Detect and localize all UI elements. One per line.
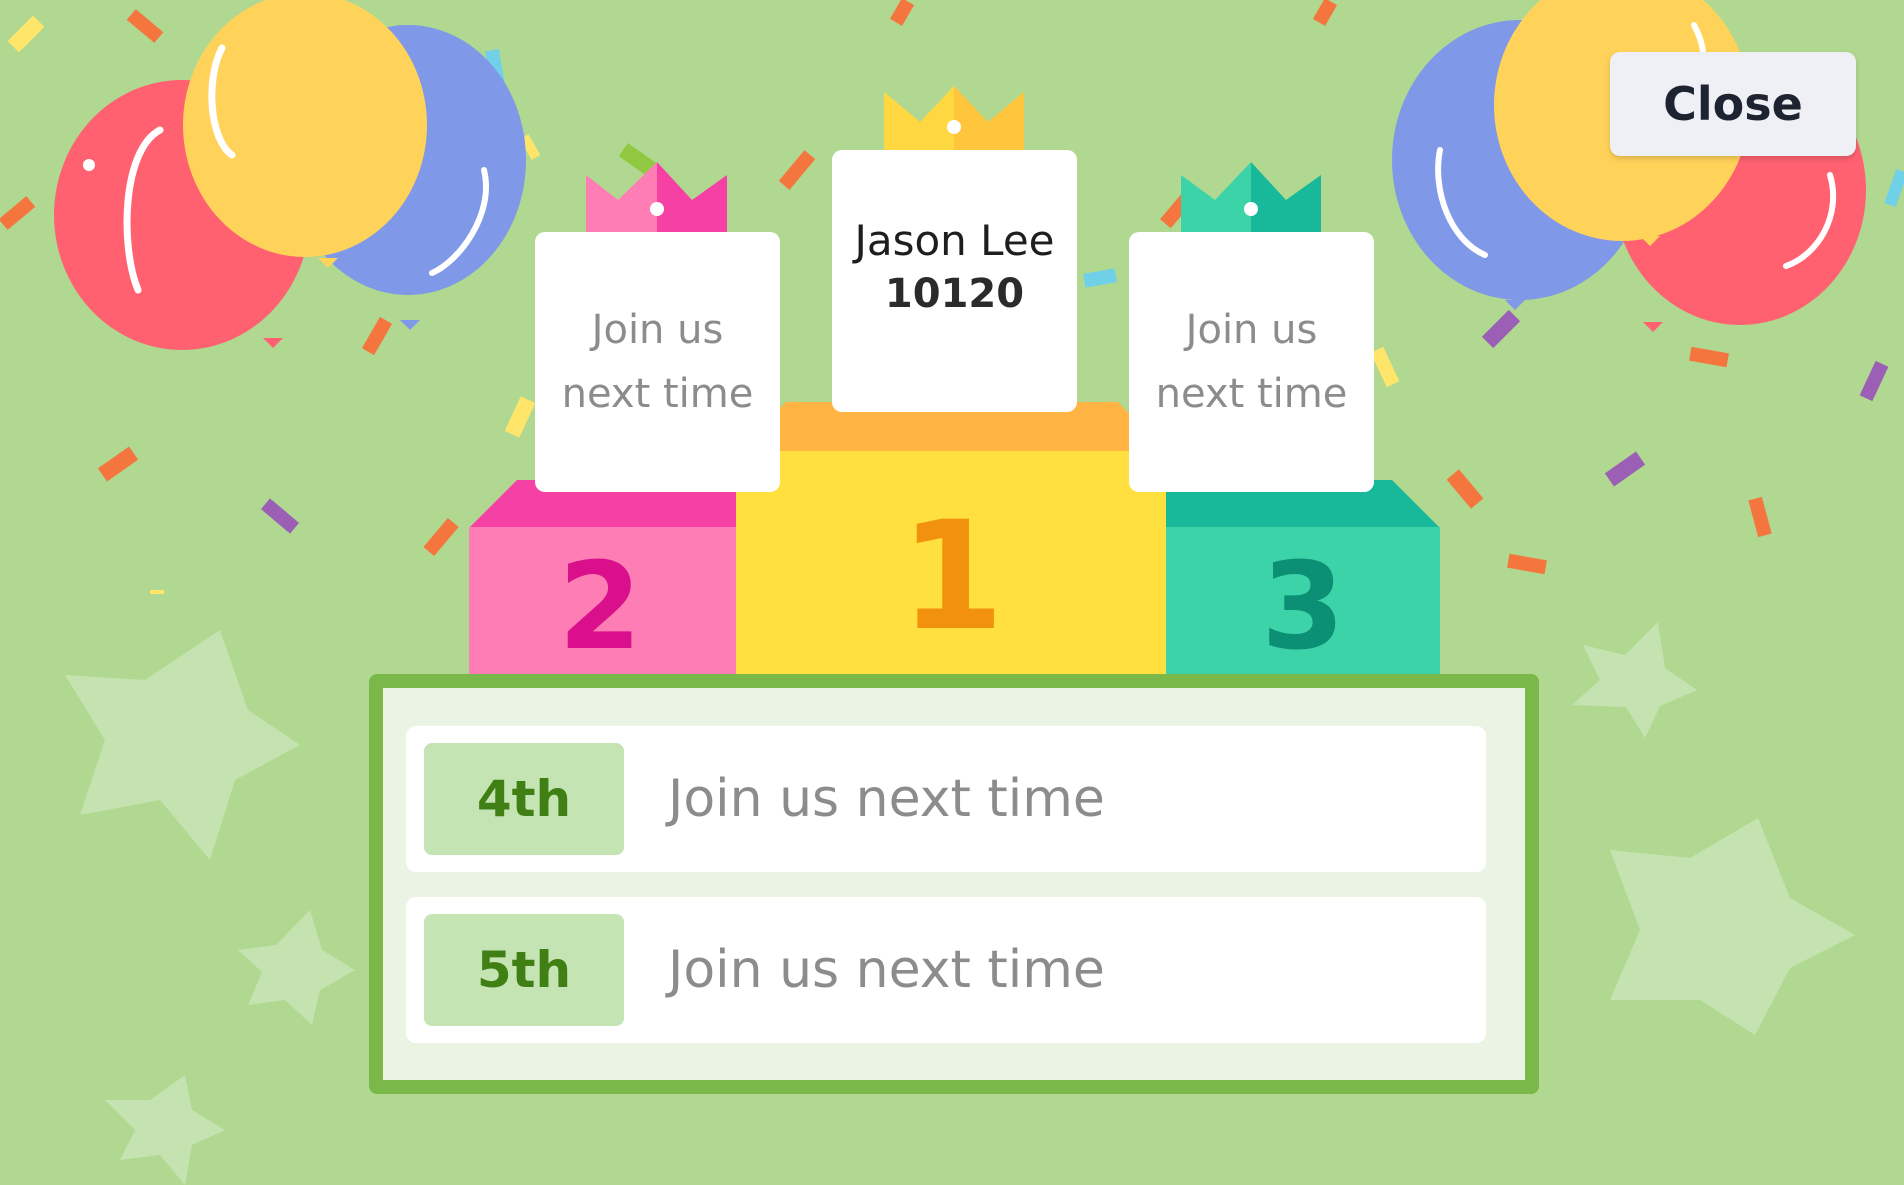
podium-card-third: Join us next time — [1129, 232, 1374, 492]
first-place-name: Jason Lee — [854, 215, 1055, 265]
rank-number-third: 3 — [1261, 538, 1345, 677]
podium-card-second: Join us next time — [535, 232, 780, 492]
player-message: Join us next time — [668, 769, 1105, 829]
star-icon — [65, 630, 300, 860]
star-icon — [1572, 622, 1697, 738]
crown-icon — [1181, 162, 1251, 232]
crown-icon — [586, 162, 657, 232]
player-message: Join us next time — [668, 940, 1105, 1000]
podium-card-first: Jason Lee 10120 — [832, 150, 1077, 412]
crown-second — [586, 162, 727, 232]
balloons-right — [1392, 0, 1866, 332]
star-icon — [238, 910, 355, 1025]
crown-icon — [884, 86, 954, 150]
close-button[interactable]: Close — [1610, 52, 1856, 156]
balloons-left — [54, 0, 526, 350]
second-place-message: Join us next time — [561, 307, 754, 417]
rank-number-second: 2 — [558, 538, 642, 677]
star-icon — [1610, 818, 1855, 1035]
result-screen: Join us next time Jason Lee 10120 Join u… — [0, 0, 1904, 1185]
leaderboard-row-5th: 5th Join us next time — [406, 897, 1486, 1043]
crown-first — [884, 86, 1024, 150]
rank-number-first: 1 — [899, 490, 1005, 664]
star-icon — [105, 1075, 225, 1185]
rank-badge: 5th — [424, 914, 624, 1026]
rank-badge: 4th — [424, 743, 624, 855]
first-place-score: 10120 — [884, 270, 1025, 317]
crown-third — [1181, 162, 1321, 232]
leaderboard-row-4th: 4th Join us next time — [406, 726, 1486, 872]
third-place-message: Join us next time — [1155, 307, 1348, 417]
